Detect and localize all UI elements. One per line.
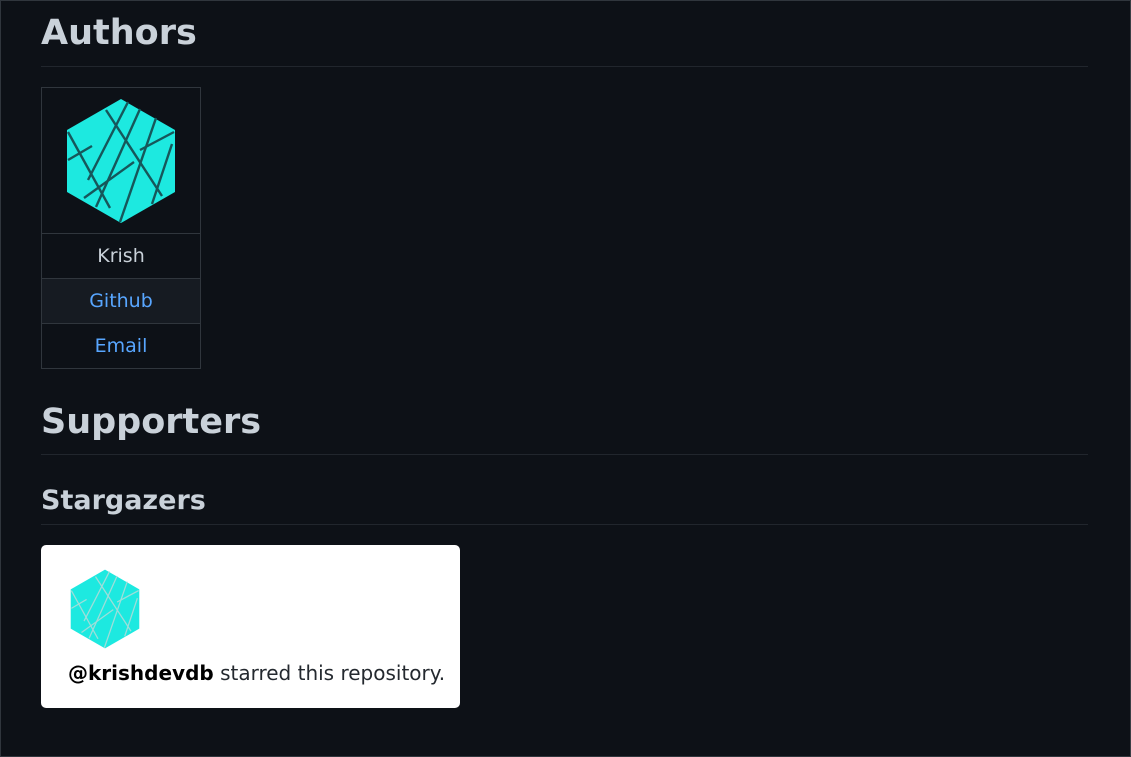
author-name: Krish	[41, 233, 201, 279]
author-github-cell: Github	[41, 278, 201, 324]
stargazers-heading: Stargazers	[41, 487, 1088, 525]
stargazer-handle[interactable]: @krishdevdb	[68, 661, 214, 685]
author-email-cell: Email	[41, 323, 201, 369]
author-table: Krish Github Email	[41, 87, 201, 369]
author-avatar-cell	[41, 87, 201, 234]
github-link[interactable]: Github	[89, 290, 153, 312]
hexagon-logo-icon	[66, 98, 175, 223]
authors-heading: Authors	[41, 0, 1088, 67]
stargazer-card[interactable]: @krishdevdb starred this repository.	[41, 545, 460, 708]
supporters-heading: Supporters	[41, 405, 1088, 455]
stargazer-text: @krishdevdb starred this repository.	[68, 661, 445, 685]
readme-content: Authors Krish Github Email Supporters St…	[41, 0, 1088, 708]
email-link[interactable]: Email	[95, 335, 148, 357]
hexagon-logo-icon[interactable]	[69, 569, 141, 649]
stargazer-action: starred this repository.	[213, 661, 446, 685]
